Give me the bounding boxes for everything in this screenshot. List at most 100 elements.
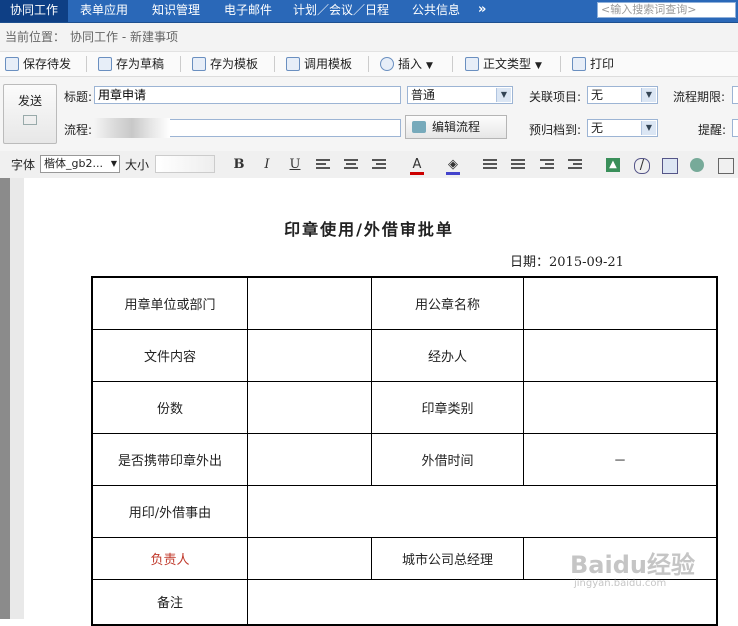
editor-margin — [10, 178, 24, 619]
save-template-label: 存为模板 — [210, 57, 259, 71]
link-icon[interactable]: / — [634, 158, 650, 174]
nav-item-email[interactable]: 电子邮件 — [224, 0, 272, 22]
font-value: 楷体_gb2... — [44, 157, 103, 170]
document-date: 日期：2015-09-21 — [510, 255, 624, 270]
nav-item-knowledge[interactable]: 知识管理 — [152, 0, 200, 22]
save-pending-button[interactable]: 保存待发 — [5, 55, 71, 73]
table-cell[interactable] — [523, 380, 718, 434]
editor-ruler — [0, 178, 10, 619]
template-load-icon — [286, 57, 300, 71]
table-cell[interactable] — [247, 328, 372, 382]
insert-label: 插入 — [398, 57, 423, 71]
table-cell[interactable] — [247, 432, 372, 486]
emoticon-icon[interactable] — [690, 158, 704, 172]
save-template-button[interactable]: 存为模板 — [192, 55, 258, 73]
divider — [368, 56, 369, 72]
deadline-select[interactable] — [732, 86, 738, 104]
table-icon[interactable] — [662, 158, 678, 174]
table-cell: 文件内容 — [91, 328, 248, 382]
remind-select[interactable] — [732, 119, 738, 137]
breadcrumb: 当前位置： 协同工作 - 新建事项 — [0, 23, 738, 52]
breadcrumb-prefix: 当前位置： — [5, 30, 66, 44]
italic-icon[interactable]: I — [260, 158, 274, 172]
paperclip-icon — [380, 57, 394, 71]
flow-label: 流程: — [64, 123, 93, 137]
insert-button[interactable]: 插入 ▼ — [380, 55, 433, 73]
table-cell[interactable] — [247, 536, 372, 580]
nav-more-icon[interactable]: » — [478, 2, 486, 17]
print-button[interactable]: 打印 — [572, 55, 614, 73]
archive-select[interactable]: 无 ▼ — [587, 119, 658, 137]
chevron-down-icon: ▼ — [426, 61, 433, 71]
document-title: 印章使用/外借审批单 — [284, 220, 454, 239]
bulleted-list-icon[interactable] — [511, 159, 525, 171]
image-upload-icon[interactable]: ▲ — [606, 158, 620, 172]
outdent-icon[interactable] — [540, 159, 554, 171]
table-cell: 备注 — [91, 578, 248, 626]
envelope-icon — [23, 115, 37, 125]
use-template-button[interactable]: 调用模板 — [286, 55, 352, 73]
divider — [86, 56, 87, 72]
font-select[interactable]: 楷体_gb2... ▼ — [40, 155, 120, 173]
nav-item-public-info[interactable]: 公共信息 — [412, 0, 460, 22]
highlight-color-icon[interactable]: ◈ — [446, 158, 460, 175]
bold-icon[interactable]: B — [232, 158, 246, 172]
redacted-area — [94, 118, 170, 138]
title-input[interactable]: 用章申请 — [94, 86, 401, 104]
edit-flow-icon — [412, 121, 426, 133]
table-cell: 份数 — [91, 380, 248, 434]
nav-item-plan-meeting-schedule[interactable]: 计划／会议／日程 — [293, 0, 389, 22]
table-cell[interactable] — [523, 328, 718, 382]
search-input[interactable]: <输入搜索词查询> — [597, 2, 736, 18]
breadcrumb-path: 协同工作 - 新建事项 — [70, 30, 178, 44]
align-right-icon[interactable] — [372, 159, 386, 171]
related-project-label: 关联项目: — [529, 90, 582, 104]
priority-select[interactable]: 普通 ▼ — [407, 86, 513, 104]
save-draft-button[interactable]: 存为草稿 — [98, 55, 164, 73]
body-type-button[interactable]: 正文类型 ▼ — [465, 55, 542, 73]
table-cell: 城市公司总经理 — [371, 536, 524, 580]
related-project-value: 无 — [591, 88, 604, 102]
numbered-list-icon[interactable] — [483, 159, 497, 171]
align-center-icon[interactable] — [344, 159, 358, 171]
table-cell: 印章类别 — [371, 380, 524, 434]
table-cell: 经办人 — [371, 328, 524, 382]
underline-icon[interactable]: U — [288, 158, 302, 172]
edit-flow-button[interactable]: 编辑流程 — [405, 115, 507, 139]
deadline-label: 流程期限: — [673, 90, 726, 104]
save-pending-label: 保存待发 — [23, 57, 72, 71]
nav-item-form-apps[interactable]: 表单应用 — [80, 0, 128, 22]
action-toolbar: 保存待发 存为草稿 存为模板 调用模板 插入 ▼ 正文类型 ▼ 打印 — [0, 52, 738, 77]
table-cell[interactable]: － — [523, 432, 718, 486]
top-nav: 协同工作 表单应用 知识管理 电子邮件 计划／会议／日程 公共信息 » <输入搜… — [0, 0, 738, 23]
indent-icon[interactable] — [568, 159, 582, 171]
title-label: 标题: — [64, 90, 93, 104]
chevron-down-icon: ▼ — [110, 159, 117, 168]
watermark-text: Baidu经验 — [570, 551, 695, 579]
table-cell[interactable] — [247, 484, 718, 538]
table-cell[interactable] — [247, 380, 372, 434]
send-label: 发送 — [17, 94, 42, 108]
nav-item-collaboration[interactable]: 协同工作 — [0, 0, 68, 22]
watermark-subtext: jingyan.baidu.com — [574, 578, 667, 589]
table-cell[interactable] — [247, 276, 372, 330]
more-tools-icon[interactable] — [718, 158, 734, 174]
size-select[interactable] — [155, 155, 215, 173]
divider — [452, 56, 453, 72]
watermark: Baidu经验 jingyan.baidu.com — [570, 545, 695, 589]
save-draft-label: 存为草稿 — [116, 57, 165, 71]
align-left-icon[interactable] — [316, 159, 330, 171]
divider — [274, 56, 275, 72]
table-cell: 用印/外借事由 — [91, 484, 248, 538]
chevron-down-icon: ▼ — [641, 88, 656, 102]
archive-label: 预归档到: — [529, 123, 582, 137]
related-project-select[interactable]: 无 ▼ — [587, 86, 658, 104]
send-button[interactable]: 发送 — [3, 84, 57, 144]
draft-icon — [98, 57, 112, 71]
remind-label: 提醒: — [698, 123, 727, 137]
table-cell[interactable] — [523, 276, 718, 330]
table-cell: 用公章名称 — [371, 276, 524, 330]
size-label: 大小 — [125, 158, 150, 172]
text-color-icon[interactable]: A — [410, 158, 424, 175]
table-cell: 是否携带印章外出 — [91, 432, 248, 486]
